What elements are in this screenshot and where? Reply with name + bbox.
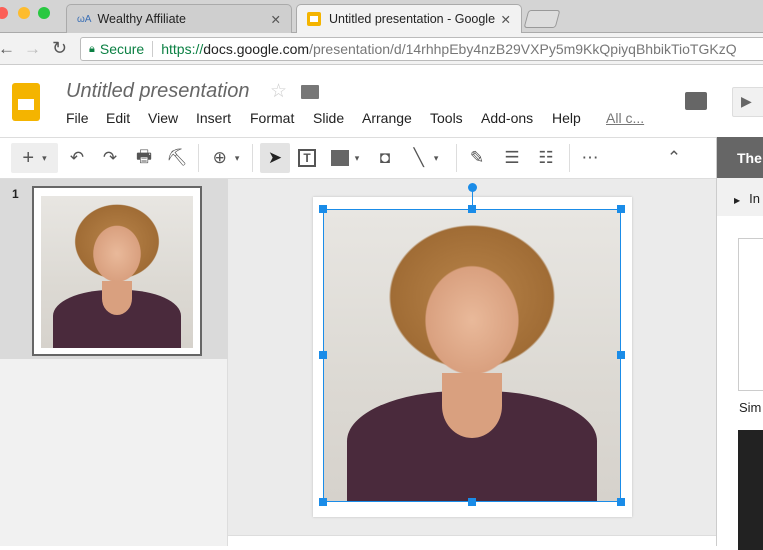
folder-icon[interactable] (301, 85, 319, 99)
url-path: /presentation/d/14rhhpEby4nzB29VXPy5m9Kk… (309, 41, 737, 57)
border-weight-button[interactable]: ☰ (499, 143, 525, 173)
resize-handle[interactable] (319, 205, 327, 213)
resize-handle[interactable] (617, 205, 625, 213)
tab-title: Wealthy Affiliate (97, 12, 186, 26)
all-changes-saved-link[interactable]: All c... (606, 110, 644, 126)
url-scheme: https:// (161, 41, 204, 57)
slides-logo-icon[interactable] (12, 83, 40, 121)
close-tab-icon[interactable]: ✕ (271, 12, 281, 27)
section-label: In (749, 191, 760, 206)
theme-thumbnail-simple-dark[interactable] (738, 430, 763, 550)
resize-handle[interactable] (468, 205, 476, 213)
more-options-button[interactable]: ⋯ (577, 143, 603, 173)
filmstrip: 1 (0, 179, 228, 546)
menu-add-ons[interactable]: Add-ons (481, 110, 533, 126)
menu-arrange[interactable]: Arrange (362, 110, 412, 126)
theme-thumbnail-simple-light[interactable] (738, 238, 763, 391)
comments-icon[interactable] (685, 92, 707, 110)
select-tool-button[interactable]: ➤ (260, 143, 290, 173)
rotate-handle[interactable] (468, 183, 477, 192)
print-icon[interactable]: 🖶︎ (131, 143, 157, 173)
image-button[interactable]: ▾ (326, 143, 364, 173)
toolbar-divider (456, 144, 457, 172)
resize-handle[interactable] (319, 351, 327, 359)
tab-title: Untitled presentation - Google (328, 12, 496, 26)
slide-thumbnail-1[interactable] (32, 186, 202, 356)
undo-button[interactable]: ↶ (64, 143, 90, 173)
new-slide-button[interactable]: + ▾ (11, 143, 58, 173)
border-dash-button[interactable]: ☷ (533, 143, 559, 173)
themes-panel: The ▶ In Sim (716, 137, 763, 550)
text-box-button[interactable]: T (294, 143, 320, 173)
speaker-notes-divider[interactable] (228, 535, 716, 546)
browser-tab-slides[interactable]: Untitled presentation - Google ✕ (296, 4, 522, 33)
menu-file[interactable]: File (66, 110, 89, 126)
resize-handle[interactable] (617, 498, 625, 506)
resize-handle[interactable] (319, 498, 327, 506)
expand-arrow-icon: ▶ (734, 196, 741, 205)
thumbnail-photo (41, 196, 193, 348)
toolbar-divider (569, 144, 570, 172)
back-icon[interactable]: ← (0, 39, 15, 59)
url-input[interactable]: 🔒︎ Secure https:// docs.google.com /pres… (80, 37, 763, 61)
menu-help[interactable]: Help (552, 110, 581, 126)
close-window-button[interactable] (0, 7, 8, 19)
slide-canvas (228, 179, 716, 546)
paint-format-icon[interactable]: ⛏︎ (164, 143, 190, 173)
new-tab-button[interactable] (523, 10, 561, 28)
menu-view[interactable]: View (148, 110, 178, 126)
close-tab-icon[interactable]: ✕ (501, 12, 511, 27)
toolbar-divider (252, 144, 253, 172)
maximize-window-button[interactable] (38, 7, 50, 19)
menu-tools[interactable]: Tools (430, 110, 463, 126)
document-title[interactable]: Untitled presentation (66, 80, 249, 103)
collapse-toolbar-button[interactable]: ⌃ (660, 143, 688, 173)
selection-box (323, 209, 621, 502)
browser-tab-wealthy-affiliate[interactable]: ωA Wealthy Affiliate ✕ (66, 4, 292, 33)
url-host: docs.google.com (203, 41, 310, 57)
toolbar-divider (198, 144, 199, 172)
shape-button[interactable]: ◘ (372, 143, 398, 173)
forward-icon[interactable]: → (24, 39, 41, 59)
dropdown-arrow-icon: ▾ (42, 152, 47, 163)
browser-tab-bar: ωA Wealthy Affiliate ✕ Untitled presenta… (0, 0, 763, 33)
minimize-window-button[interactable] (18, 7, 30, 19)
resize-handle[interactable] (468, 498, 476, 506)
slide-number: 1 (12, 187, 19, 201)
lock-icon: 🔒︎ (89, 42, 95, 55)
border-color-button[interactable]: ✎ (464, 143, 490, 173)
menu-insert[interactable]: Insert (196, 110, 231, 126)
menu-slide[interactable]: Slide (313, 110, 344, 126)
menu-edit[interactable]: Edit (106, 110, 130, 126)
plus-icon: + (22, 146, 35, 169)
import-theme-section[interactable]: ▶ In (717, 178, 763, 216)
play-icon: ▶ (741, 93, 752, 109)
slides-icon (307, 12, 321, 26)
star-icon[interactable]: ☆ (270, 80, 287, 103)
secure-label: Secure (99, 41, 145, 57)
reload-icon[interactable]: ↻ (52, 38, 67, 59)
wa-icon: ωA (77, 13, 92, 25)
line-button[interactable]: ╲ ▾ (404, 143, 448, 173)
zoom-button[interactable]: ⊕ ▾ (205, 143, 247, 173)
redo-button[interactable]: ↷ (97, 143, 123, 173)
present-button[interactable]: ▶ (732, 87, 763, 117)
resize-handle[interactable] (617, 351, 625, 359)
theme-label: Sim (739, 400, 762, 415)
menu-format[interactable]: Format (250, 110, 294, 126)
app-header: Untitled presentation ☆ ▶ (0, 65, 763, 137)
themes-panel-header: The (717, 137, 763, 178)
